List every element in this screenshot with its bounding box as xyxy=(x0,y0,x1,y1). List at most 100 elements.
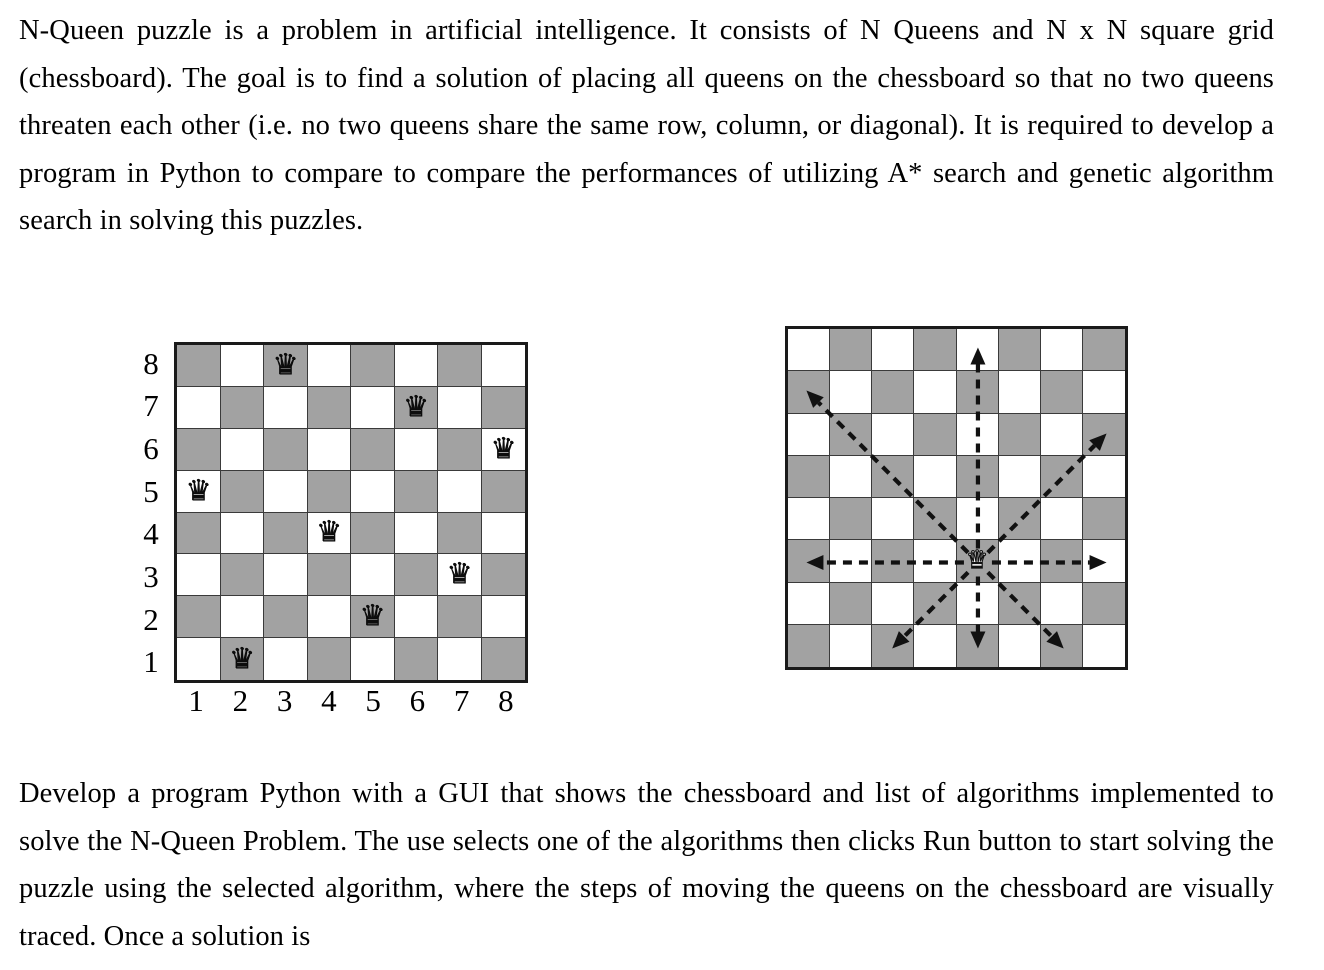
board-square xyxy=(1082,413,1125,456)
board-square xyxy=(1082,371,1125,414)
board-square xyxy=(998,329,1041,372)
rank-label: 4 xyxy=(143,516,159,552)
rank-axis-labels: 8 7 6 5 4 3 2 1 xyxy=(134,342,168,683)
board-square: ♛ xyxy=(220,638,264,680)
board-square xyxy=(264,512,308,555)
figure-row: 8 7 6 5 4 3 2 1 ♛ ♛ ♛ ♛ ♛ ♛ ♛ ♛ 1 2 3 4 5 6 7 8 xyxy=(0,320,1324,716)
board-square xyxy=(481,596,525,639)
board-square xyxy=(872,371,915,414)
board-square xyxy=(307,428,351,471)
board-square xyxy=(956,455,999,498)
board-square xyxy=(1082,329,1125,372)
board-square xyxy=(830,540,873,583)
board-square xyxy=(220,512,264,555)
queen-piece-icon: ♛ xyxy=(965,545,989,575)
board-square xyxy=(1040,582,1083,625)
board-square xyxy=(788,540,831,583)
board-square xyxy=(394,596,438,639)
left-chessboard-figure: 8 7 6 5 4 3 2 1 ♛ ♛ ♛ ♛ ♛ ♛ ♛ ♛ 1 2 3 4 5 6 7 8 xyxy=(134,330,534,716)
board-square xyxy=(394,638,438,680)
board-square xyxy=(307,596,351,639)
board-square xyxy=(481,386,525,429)
board-square xyxy=(830,582,873,625)
board-square xyxy=(788,498,831,541)
board-square xyxy=(998,455,1041,498)
board-square xyxy=(1082,624,1125,667)
board-square: ♛ xyxy=(351,596,395,639)
rank-label: 3 xyxy=(143,558,159,594)
board-square xyxy=(788,413,831,456)
board-square xyxy=(998,371,1041,414)
rank-label: 7 xyxy=(143,388,159,424)
board-square xyxy=(830,371,873,414)
board-square xyxy=(1040,329,1083,372)
board-square xyxy=(394,345,438,387)
board-square xyxy=(307,386,351,429)
board-square xyxy=(438,512,482,555)
board-square xyxy=(351,345,395,387)
board-square xyxy=(830,413,873,456)
board-square xyxy=(788,329,831,372)
board-square xyxy=(438,638,482,680)
board-square xyxy=(956,624,999,667)
board-square xyxy=(1082,540,1125,583)
board-square xyxy=(264,470,308,513)
board-square xyxy=(1040,371,1083,414)
board-square xyxy=(438,345,482,387)
board-square xyxy=(914,498,957,541)
board-square xyxy=(481,554,525,597)
board-square xyxy=(177,596,221,639)
board-square xyxy=(177,345,221,387)
queen-piece-icon: ♛ xyxy=(402,388,429,423)
board-square xyxy=(351,638,395,680)
intro-paragraph: N-Queen puzzle is a problem in artificia… xyxy=(19,15,1274,236)
board-square xyxy=(1082,582,1125,625)
board-square xyxy=(1040,455,1083,498)
board-square xyxy=(956,413,999,456)
board-square xyxy=(438,596,482,639)
file-label: 4 xyxy=(321,683,337,718)
board-square xyxy=(998,498,1041,541)
board-square xyxy=(872,582,915,625)
board-square: ♛ xyxy=(307,512,351,555)
board-square: ♛ xyxy=(264,345,308,387)
board-square xyxy=(998,624,1041,667)
board-square xyxy=(1082,498,1125,541)
board-square xyxy=(914,582,957,625)
board-square xyxy=(394,512,438,555)
file-label: 1 xyxy=(188,683,204,718)
board-square xyxy=(830,455,873,498)
board-square xyxy=(1040,624,1083,667)
queen-piece-icon: ♛ xyxy=(315,514,342,549)
board-square xyxy=(307,345,351,387)
board-square xyxy=(956,498,999,541)
queen-piece-icon: ♛ xyxy=(446,556,473,591)
board-square xyxy=(307,470,351,513)
board-square xyxy=(830,329,873,372)
board-square xyxy=(177,638,221,680)
board-square xyxy=(177,386,221,429)
file-label: 2 xyxy=(232,683,249,718)
board-square xyxy=(220,554,264,597)
board-square xyxy=(830,624,873,667)
board-square xyxy=(872,498,915,541)
queen-piece-icon: ♛ xyxy=(359,598,386,633)
board-square xyxy=(956,329,999,372)
board-square xyxy=(998,582,1041,625)
file-label: 7 xyxy=(453,683,470,718)
right-chessboard-figure: ♛ xyxy=(785,326,1135,678)
board-square xyxy=(220,345,264,387)
board-square xyxy=(220,386,264,429)
board-square xyxy=(351,470,395,513)
rank-label: 5 xyxy=(143,473,159,509)
queen-piece-icon: ♛ xyxy=(490,430,517,465)
queen-piece-icon: ♛ xyxy=(272,346,299,381)
board-square xyxy=(1040,413,1083,456)
board-square xyxy=(914,540,957,583)
board-square xyxy=(394,554,438,597)
board-square xyxy=(481,638,525,680)
board-square: ♛ xyxy=(394,386,438,429)
board-square xyxy=(1082,455,1125,498)
board-square xyxy=(177,554,221,597)
board-square xyxy=(394,428,438,471)
